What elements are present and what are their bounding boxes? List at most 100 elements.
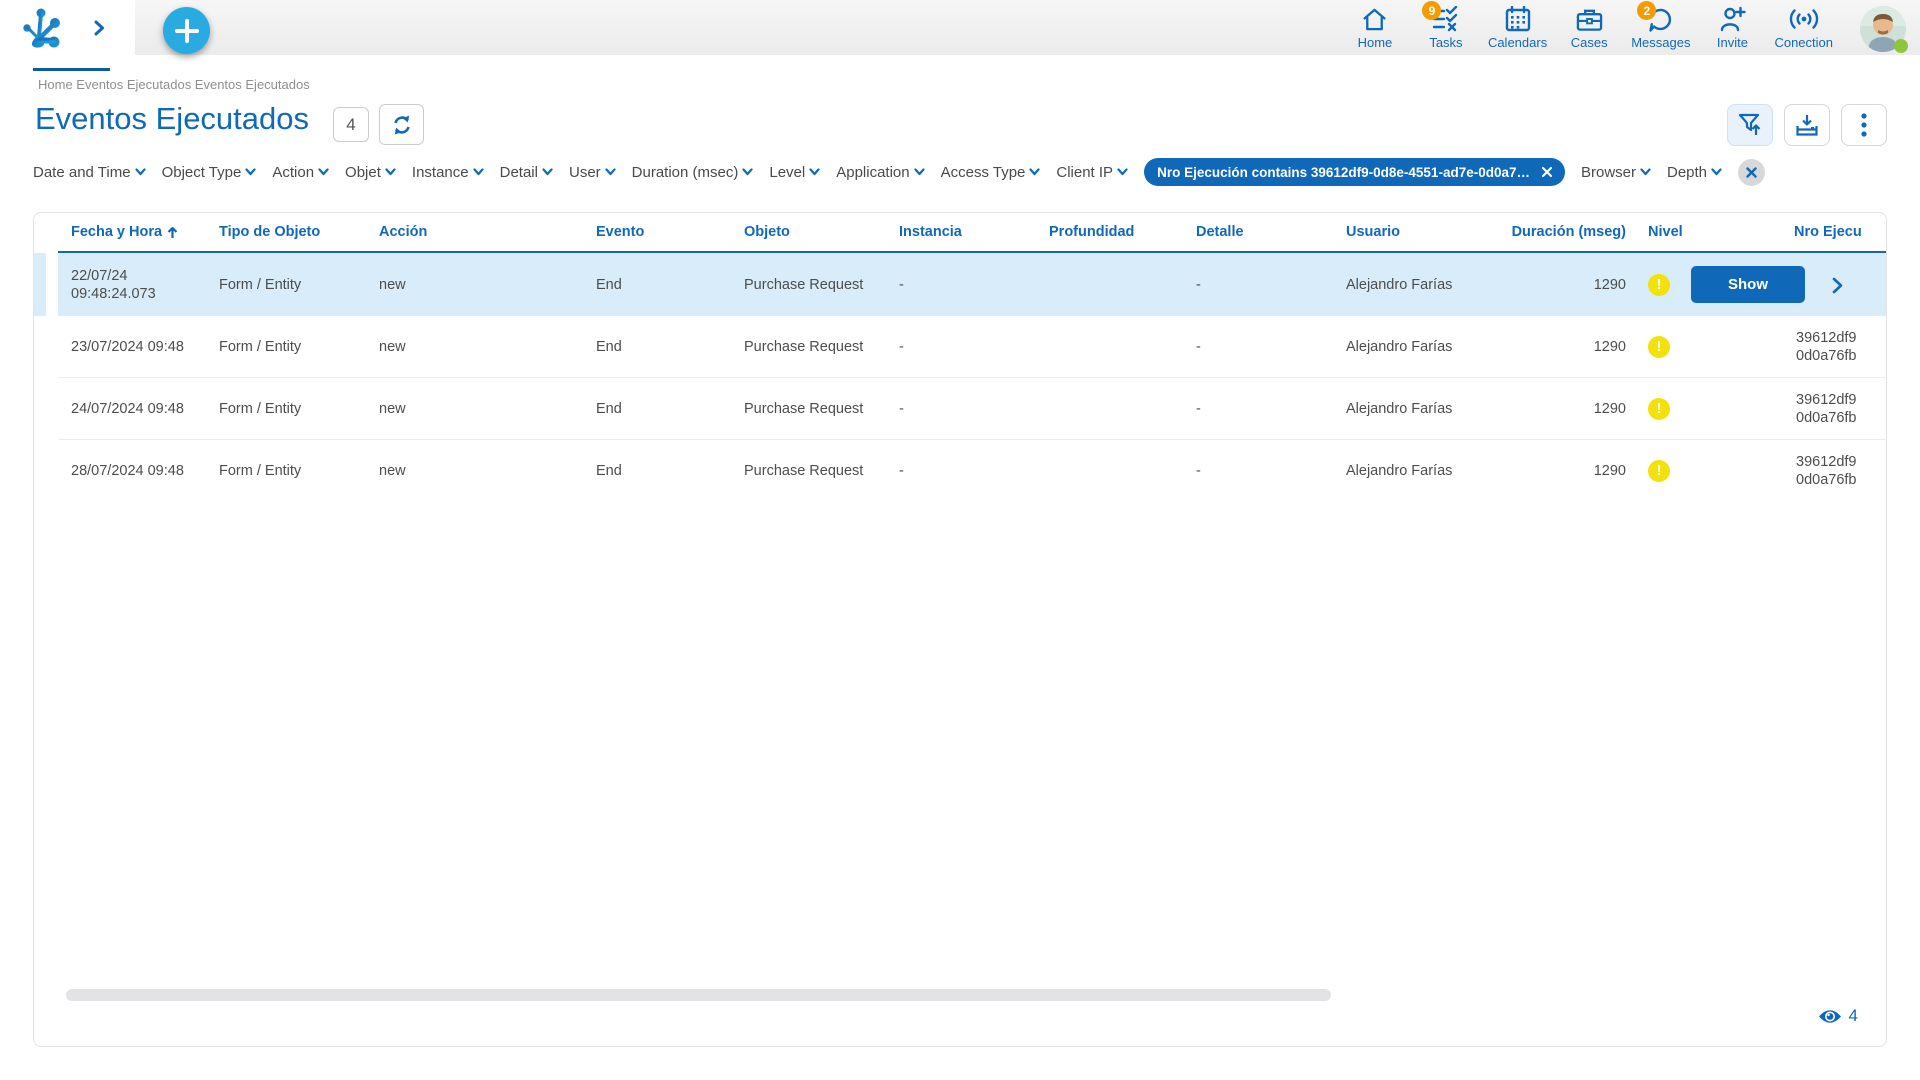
column-header-tipo[interactable]: Tipo de Objeto (206, 224, 366, 240)
clear-all-filters-button[interactable] (1738, 158, 1766, 186)
filter-application[interactable]: Application (836, 164, 925, 181)
cell-fecha: 28/07/2024 09:48 (71, 463, 184, 479)
cell-fecha: 22/07/24 09:48:24.073 (71, 267, 156, 302)
cell-nro-ejecucion: 39612df9 0d0a76fb (1698, 329, 1886, 365)
nav-item-invite[interactable]: Invite (1703, 5, 1761, 50)
active-filter-chip[interactable]: Nro Ejecución contains 39612df9-0d8e-455… (1144, 158, 1565, 186)
filter-label: Client IP (1056, 163, 1114, 181)
filter-user[interactable]: User (569, 164, 616, 181)
nav-label: Tasks (1429, 35, 1463, 50)
table-row[interactable]: 28/07/2024 09:48 Form / Entity new End P… (58, 440, 1886, 502)
cell-duracion: 1290 (1593, 400, 1626, 417)
remove-filter-icon[interactable] (1541, 167, 1552, 177)
chevron-down-icon (1117, 168, 1128, 176)
nro-ejecucion-line1: 39612df9 (1796, 391, 1857, 408)
column-label: Instancia (899, 224, 962, 240)
more-options-button[interactable] (1841, 104, 1887, 146)
cell-tipo: Form / Entity (219, 400, 302, 417)
app-logo-box (0, 0, 135, 55)
warning-level-icon: ! (1648, 273, 1670, 296)
filter-browser[interactable]: Browser (1581, 164, 1651, 181)
column-label: Usuario (1346, 224, 1400, 240)
cell-objeto: Purchase Request (744, 463, 864, 479)
filter-objet[interactable]: Objet (345, 164, 396, 181)
table-row[interactable]: 24/07/2024 09:48 Form / Entity new End P… (58, 378, 1886, 440)
table-row[interactable]: 23/07/2024 09:48 Form / Entity new End P… (58, 316, 1886, 378)
table-row[interactable]: 22/07/24 09:48:24.073 Form / Entity new … (58, 253, 1886, 316)
filter-client-ip[interactable]: Client IP (1056, 164, 1128, 181)
nav-item-cases[interactable]: Cases (1560, 5, 1618, 50)
filter-action[interactable]: Action (272, 164, 329, 181)
filter-toggle-button[interactable] (1727, 104, 1773, 146)
calendar-icon (1505, 6, 1530, 32)
cell-accion: new (379, 463, 406, 479)
column-header-usuario[interactable]: Usuario (1333, 224, 1493, 240)
export-button[interactable] (1784, 104, 1830, 146)
nav-item-messages[interactable]: 2 Messages (1631, 1, 1690, 50)
filter-funnel-icon (1738, 113, 1761, 135)
visible-records-indicator: 4 (1818, 1006, 1858, 1026)
kebab-menu-icon (1861, 113, 1867, 137)
chevron-down-icon (473, 168, 484, 176)
show-button[interactable]: Show (1691, 266, 1805, 303)
top-bar: Home 9 Tasks Calendars Cases 2 Messages … (0, 0, 1920, 55)
download-export-icon (1796, 115, 1818, 136)
cell-nro-ejecucion: 39612df9 0d0a76fb (1698, 391, 1886, 427)
filter-level[interactable]: Level (769, 164, 820, 181)
selected-row-gutter (34, 253, 46, 316)
cell-tipo: Form / Entity (219, 276, 302, 293)
column-header-nro-ejecucion[interactable]: Nro Ejecu (1698, 224, 1886, 240)
column-header-profundidad[interactable]: Profundidad (1036, 224, 1183, 240)
filter-label: Action (272, 163, 315, 181)
column-label: Duración (mseg) (1511, 224, 1626, 240)
filter-object-type[interactable]: Object Type (162, 164, 257, 181)
cell-duracion: 1290 (1593, 276, 1626, 293)
nav-item-tasks[interactable]: 9 Tasks (1417, 1, 1475, 50)
page-actions (1727, 104, 1887, 146)
column-header-fecha[interactable]: Fecha y Hora (58, 224, 206, 240)
column-header-instancia[interactable]: Instancia (886, 224, 1036, 240)
cell-evento: End (596, 400, 622, 417)
cell-nivel: ! (1626, 397, 1698, 420)
refresh-button[interactable] (379, 104, 424, 145)
chevron-down-icon (542, 168, 553, 176)
warning-level-icon: ! (1648, 460, 1670, 482)
user-avatar[interactable] (1860, 6, 1908, 53)
filter-label: Depth (1667, 163, 1708, 181)
filter-duration[interactable]: Duration (msec) (632, 164, 754, 181)
cell-detalle: - (1196, 400, 1201, 417)
filter-detail[interactable]: Detail (500, 164, 553, 181)
cell-evento: End (596, 338, 622, 355)
row-expand-chevron-icon[interactable] (1832, 277, 1844, 294)
sort-ascending-icon (167, 226, 178, 238)
nav-label: Invite (1716, 35, 1748, 50)
nav-item-calendars[interactable]: Calendars (1488, 5, 1547, 50)
cell-detalle: - (1196, 463, 1201, 479)
filter-date-and-time[interactable]: Date and Time (33, 164, 146, 181)
sidebar-expand-chevron-icon[interactable] (94, 20, 105, 36)
column-header-evento[interactable]: Evento (583, 224, 731, 240)
cell-duracion: 1290 (1593, 463, 1626, 479)
nro-ejecucion-line2: 0d0a76fb (1796, 409, 1857, 426)
column-header-objeto[interactable]: Objeto (731, 224, 886, 240)
nav-item-home[interactable]: Home (1346, 5, 1404, 50)
column-header-accion[interactable]: Acción (366, 224, 583, 240)
nro-ejecucion-line2: 0d0a76fb (1796, 472, 1857, 488)
breadcrumb[interactable]: Home Eventos Ejecutados Eventos Ejecutad… (38, 77, 310, 92)
filter-instance[interactable]: Instance (412, 164, 484, 181)
filter-depth[interactable]: Depth (1667, 164, 1722, 181)
column-label: Nivel (1648, 224, 1683, 240)
nav-item-connection[interactable]: Conection (1774, 5, 1833, 50)
horizontal-scrollbar[interactable] (66, 989, 1331, 1001)
filter-label: Duration (msec) (631, 163, 739, 181)
filter-label: Instance (411, 163, 469, 181)
page-title: Eventos Ejecutados (35, 101, 310, 136)
column-header-detalle[interactable]: Detalle (1183, 224, 1333, 240)
column-header-duracion[interactable]: Duración (mseg) (1493, 224, 1626, 240)
create-new-button[interactable] (163, 7, 210, 54)
cell-detalle: - (1196, 276, 1201, 293)
visible-records-count: 4 (1848, 1006, 1858, 1025)
cell-nivel: ! (1626, 335, 1698, 358)
filter-access-type[interactable]: Access Type (941, 164, 1041, 181)
column-header-nivel[interactable]: Nivel (1626, 224, 1698, 240)
